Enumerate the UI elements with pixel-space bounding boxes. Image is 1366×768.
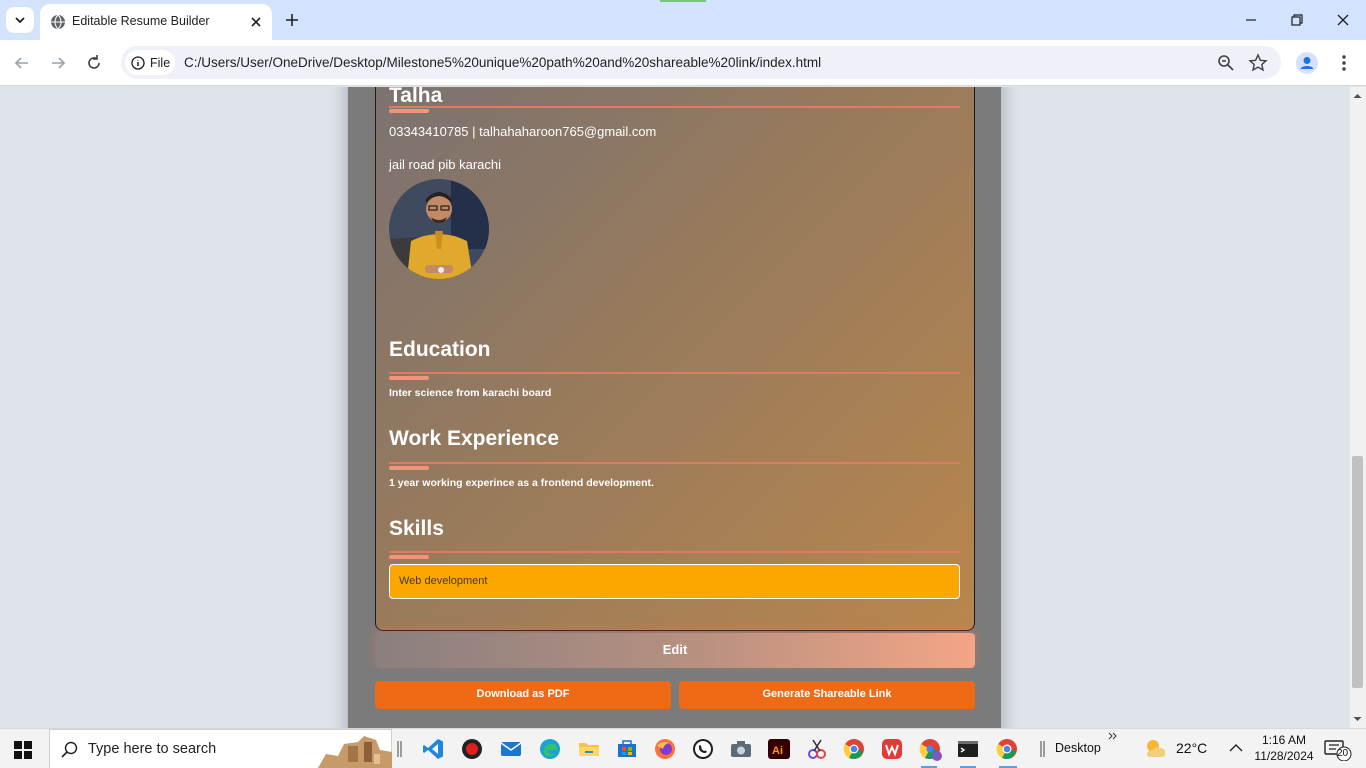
work-heading: Work Experience xyxy=(389,427,560,450)
profile-photo xyxy=(389,179,489,279)
resume-container: Talha 03343410785 | talhahaharoon765@gma… xyxy=(348,87,1001,728)
education-heading: Education xyxy=(389,338,491,361)
clock-date: 11/28/2024 xyxy=(1254,749,1314,763)
globe-icon xyxy=(51,14,65,30)
svg-text:Ai: Ai xyxy=(772,745,783,757)
zoom-icon[interactable] xyxy=(1216,53,1236,73)
minimize-icon[interactable] xyxy=(1243,12,1259,28)
snipping-tool-icon[interactable] xyxy=(805,737,829,761)
active-tab[interactable]: Editable Resume Builder xyxy=(40,4,272,40)
vscode-icon[interactable] xyxy=(421,737,445,761)
notification-count: 20 xyxy=(1337,748,1349,759)
divider-accent xyxy=(389,109,429,113)
chrome-icon[interactable] xyxy=(842,737,866,761)
download-pdf-label: Download as PDF xyxy=(476,688,570,700)
camera-icon[interactable] xyxy=(729,737,753,761)
weather-temperature[interactable]: 22°C xyxy=(1176,740,1207,756)
divider xyxy=(389,372,960,374)
chrome-active-icon[interactable] xyxy=(995,737,1019,761)
mail-icon[interactable] xyxy=(499,737,523,761)
search-highlight-illustration-icon xyxy=(318,736,392,768)
browser-toolbar: File C:/Users/User/OneDrive/Desktop/Mile… xyxy=(0,40,1366,86)
back-icon[interactable] xyxy=(12,53,32,73)
address-bar[interactable]: File C:/Users/User/OneDrive/Desktop/Mile… xyxy=(121,46,1281,79)
shareable-link-label: Generate Shareable Link xyxy=(762,688,892,700)
close-tab-icon[interactable] xyxy=(248,14,264,30)
info-icon xyxy=(131,55,145,70)
task-view-divider-icon xyxy=(397,741,402,757)
forward-icon[interactable] xyxy=(48,53,68,73)
weather-icon[interactable] xyxy=(1143,737,1169,761)
site-info-chip[interactable]: File xyxy=(125,50,175,75)
bookmark-star-icon[interactable] xyxy=(1248,53,1268,73)
toolbar-divider-icon xyxy=(1040,741,1045,757)
profile-avatar-icon[interactable] xyxy=(1296,52,1318,74)
taskbar-search-box[interactable]: Type here to search xyxy=(49,729,392,768)
shareable-link-button[interactable]: Generate Shareable Link xyxy=(679,681,975,709)
chrome-profile-icon[interactable] xyxy=(918,737,942,761)
download-pdf-button[interactable]: Download as PDF xyxy=(375,681,671,709)
file-explorer-icon[interactable] xyxy=(577,737,601,761)
url-text[interactable]: C:/Users/User/OneDrive/Desktop/Milestone… xyxy=(184,55,821,70)
chevron-down-icon xyxy=(15,17,25,24)
expand-chevrons-icon[interactable] xyxy=(1108,732,1118,740)
terminal-icon[interactable] xyxy=(956,737,980,761)
resume-card: Talha 03343410785 | talhahaharoon765@gma… xyxy=(375,87,975,631)
skills-heading: Skills xyxy=(389,517,444,540)
close-window-icon[interactable] xyxy=(1335,12,1351,28)
contact-info: 03343410785 | talhahaharoon765@gmail.com xyxy=(389,124,657,139)
reload-icon[interactable] xyxy=(84,53,104,73)
address-text: jail road pib karachi xyxy=(389,157,502,172)
chevron-up-icon[interactable] xyxy=(1229,743,1243,753)
divider-accent xyxy=(389,555,429,559)
page-viewport: Talha 03343410785 | talhahaharoon765@gma… xyxy=(0,87,1350,728)
skill-item: Web development xyxy=(389,564,960,599)
resume-name: Talha xyxy=(389,87,443,107)
more-menu-icon[interactable] xyxy=(1334,53,1354,73)
tab-strip: Editable Resume Builder xyxy=(0,0,1366,40)
wps-office-icon[interactable] xyxy=(880,737,904,761)
scroll-up-icon[interactable] xyxy=(1352,91,1363,101)
divider xyxy=(389,551,960,553)
restore-icon[interactable] xyxy=(1289,12,1305,28)
divider-accent xyxy=(389,376,429,380)
search-icon xyxy=(61,741,78,758)
tab-search-button[interactable] xyxy=(6,7,34,33)
divider-accent xyxy=(389,466,429,470)
adobe-illustrator-icon[interactable]: Ai xyxy=(767,737,791,761)
skill-text: Web development xyxy=(399,575,488,587)
firefox-icon[interactable] xyxy=(653,737,677,761)
windows-taskbar: Type here to search Ai Desktop 22°C 1:16… xyxy=(0,728,1366,768)
divider xyxy=(389,106,960,108)
work-text: 1 year working experince as a frontend d… xyxy=(389,477,654,489)
system-clock[interactable]: 1:16 AM 11/28/2024 xyxy=(1252,732,1316,764)
edit-button[interactable]: Edit xyxy=(375,633,975,668)
clock-time: 1:16 AM xyxy=(1261,733,1307,747)
whatsapp-icon[interactable] xyxy=(691,737,715,761)
edit-button-label: Edit xyxy=(662,642,688,657)
education-text: Inter science from karachi board xyxy=(389,387,552,399)
edge-icon[interactable] xyxy=(538,737,562,761)
divider xyxy=(389,462,960,464)
scroll-down-icon[interactable] xyxy=(1352,714,1363,724)
tab-loading-indicator xyxy=(660,0,706,2)
desktop-toolbar-label[interactable]: Desktop xyxy=(1055,741,1101,755)
windows-start-icon[interactable] xyxy=(14,741,32,759)
site-chip-label: File xyxy=(150,55,171,70)
scrollbar-thumb[interactable] xyxy=(1352,456,1363,688)
new-tab-icon[interactable] xyxy=(283,11,301,29)
tab-title: Editable Resume Builder xyxy=(72,14,210,28)
microsoft-store-icon[interactable] xyxy=(615,737,639,761)
screen-recorder-icon[interactable] xyxy=(460,737,484,761)
search-placeholder: Type here to search xyxy=(88,741,217,757)
